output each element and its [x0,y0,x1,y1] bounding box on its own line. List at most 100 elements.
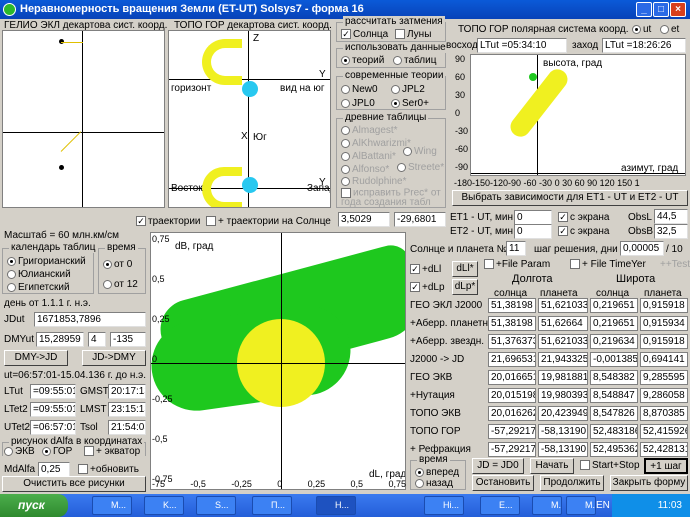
ancient-albattani[interactable]: AlBattani* [341,151,396,162]
coord-cell[interactable]: 51,38198 [488,298,536,313]
modern-new0[interactable]: New0 [341,84,378,95]
choose-et-button[interactable]: Выбрать зависимости для ET1 - UT и ET2 -… [452,190,688,206]
utet2-field[interactable]: =06:57:01 [30,420,76,435]
coord-cell[interactable]: 52,495362 [590,442,638,457]
continue-button[interactable]: Продолжить [540,475,604,491]
coord-cell[interactable]: 8,870385 [640,406,688,421]
fix-prec-checkbox[interactable]: исправить Prec* от года создания табл [341,188,445,208]
coord-cell[interactable]: 9,286058 [640,388,688,403]
coord-cell[interactable]: 19,981881 [538,370,588,385]
ltut-field[interactable]: =09:55:01 [30,384,76,399]
modern-jpl2[interactable]: JPL2 [391,84,425,95]
ancient-alkhwarizmi[interactable]: AlKhwarizmi* [341,138,411,149]
coord-cell[interactable]: -58,13190 [538,442,588,457]
coord-cell[interactable]: 0,219651 [590,316,638,331]
coord-cell[interactable]: 21,696531 [488,352,536,367]
file-timeyer-checkbox[interactable]: + File TimeYer [570,259,646,270]
lmst-field[interactable]: 23:15:13 [108,402,146,417]
coord-cell[interactable]: 52,483186 [590,424,638,439]
traj-checkbox[interactable]: ✓ траектории [136,216,201,227]
topo-input-a[interactable]: 3,5029 [338,212,390,227]
obsl-field[interactable]: 44,5 [654,209,688,224]
dmy-month[interactable]: 4 [88,332,106,347]
dalfa-equator-checkbox[interactable]: + экватор [84,446,140,457]
coord-cell[interactable]: 0,915918 [640,334,688,349]
taskbar-item-6[interactable]: Hi... [424,496,464,515]
one-step-button[interactable]: +1 шаг [644,458,688,474]
coord-cell[interactable]: 20,015198 [488,388,536,403]
refresh-checkbox[interactable]: +обновить [78,464,139,475]
taskbar-item-2[interactable]: K... [144,496,184,515]
use-tables-radio[interactable]: таблиц [393,55,436,66]
et2-field[interactable]: 0 [514,224,552,239]
time-from-0[interactable]: от 0 [103,259,132,270]
clear-drawings-button[interactable]: Очистить все рисунки [2,476,146,492]
taskbar-item-9[interactable]: M... [566,496,596,515]
eclipse-moon[interactable]: Луны [395,29,431,40]
jdut-field[interactable]: 1671853,7896 [34,312,146,327]
stop-button[interactable]: Остановить [472,475,534,491]
sunset-field[interactable]: LTut =18:26:26 [602,38,686,53]
ancient-rudolphine[interactable]: Rudolphine* [341,176,407,187]
coord-cell[interactable]: 0,219634 [590,334,638,349]
ltet2-field[interactable]: =09:55:01 [30,402,76,417]
gmst-field[interactable]: 20:17:13 [108,384,146,399]
et-radio[interactable]: et [660,24,679,35]
jd-to-dmy-button[interactable]: JD->DMY [82,350,146,366]
taskbar-item-1[interactable]: M... [92,496,132,515]
calendar-egyptian[interactable]: Египетский [7,282,70,293]
taskbar-item-8[interactable]: M... [532,496,562,515]
startstop-checkbox[interactable]: Start+Stop [580,460,640,471]
lang-indicator[interactable]: EN [596,500,610,511]
modern-ser0[interactable]: Ser0+ [391,98,429,109]
planet-number[interactable]: 11 [506,241,526,256]
taskbar-item-3[interactable]: S... [196,496,236,515]
jd-reset-button[interactable]: JD = JD0 [472,458,524,474]
traj-sun-checkbox[interactable]: + траектории на Солнце [206,216,331,227]
coord-cell[interactable]: 51,38198 [488,316,536,331]
ancient-wing[interactable]: Wing [403,146,437,157]
coord-cell[interactable]: 51,62664 [538,316,588,331]
start-menu-button[interactable]: пуск [0,494,68,517]
close-form-button[interactable]: Закрыть форму [610,475,688,491]
forward-radio[interactable]: вперед [415,467,459,478]
coord-cell[interactable]: 51,621033 [538,334,588,349]
coord-cell[interactable]: 0,694141 [640,352,688,367]
use-theory-radio[interactable]: теорий [341,55,384,66]
dlp-button[interactable]: dLp* [452,279,478,295]
ancient-alfonso[interactable]: Alfonso* [341,164,389,175]
dalfa-gor-radio[interactable]: ГОР [42,446,72,457]
coord-cell[interactable]: 9,285595 [640,370,688,385]
coord-cell[interactable]: 8,547826 [590,406,638,421]
taskbar-item-5[interactable]: Н... [316,496,356,515]
coord-cell[interactable]: 0,915934 [640,316,688,331]
maximize-button[interactable]: □ [653,2,669,17]
dli-button[interactable]: dLl* [452,261,478,277]
taskbar-item-4[interactable]: П... [252,496,292,515]
time-from-12[interactable]: от 12 [103,279,138,290]
coord-cell[interactable]: -57,29217 [488,424,536,439]
modern-jpl0[interactable]: JPL0 [341,98,375,109]
coord-cell[interactable]: -57,29217 [488,442,536,457]
calendar-julian[interactable]: Юлианский [7,269,71,280]
calendar-gregorian[interactable]: Григорианский [7,256,86,267]
coord-cell[interactable]: 21,943325 [538,352,588,367]
step-field[interactable]: 0,00005 [620,241,664,256]
coord-cell[interactable]: 8,548847 [590,388,638,403]
minimize-button[interactable]: _ [636,2,652,17]
coord-cell[interactable]: -58,13190 [538,424,588,439]
coord-cell[interactable]: 51,376373 [488,334,536,349]
taskbar-item-7[interactable]: E... [480,496,520,515]
tsol-field[interactable]: 21:54:05 [108,420,146,435]
coord-cell[interactable]: 20,016262 [488,406,536,421]
dmy-year[interactable]: -135 [110,332,146,347]
coord-cell[interactable]: -0,001385 [590,352,638,367]
coord-cell[interactable]: 52,415926 [640,424,688,439]
coord-cell[interactable]: 0,915918 [640,298,688,313]
mdalfa-field[interactable]: 0,25 [38,462,70,477]
coord-cell[interactable]: 51,621033 [538,298,588,313]
coord-cell[interactable]: 0,219651 [590,298,638,313]
ut-radio[interactable]: ut [632,24,651,35]
dmy-day[interactable]: 15,28959 [36,332,84,347]
file-param-checkbox[interactable]: +File Param [484,259,550,270]
